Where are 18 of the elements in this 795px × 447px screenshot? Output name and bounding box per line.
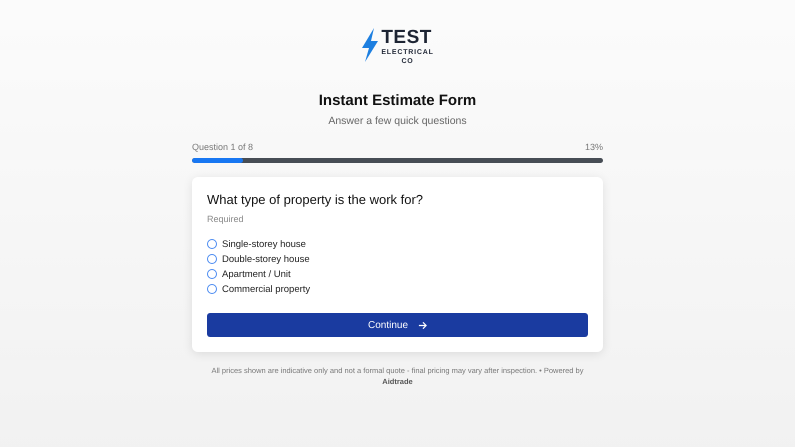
form-subtitle: Answer a few quick questions [328,115,467,127]
radio-button[interactable] [207,284,217,294]
continue-button[interactable]: Continue [207,313,588,337]
question-text: What type of property is the work for? [207,192,424,207]
logo-text: TEST [381,28,432,47]
option-label[interactable]: Commercial property [222,284,310,294]
radio-button[interactable] [207,254,217,264]
radio-button[interactable] [207,239,217,249]
arrow-right-icon [418,320,428,330]
option-label[interactable]: Apartment / Unit [222,268,291,280]
required-hint: Required [207,214,245,224]
question-counter: Question 1 of 8 [192,142,254,152]
option-label[interactable]: Single-storey house [222,238,306,250]
option-label[interactable]: Double-storey house [222,254,310,264]
progress-percent: 13% [584,142,603,152]
radio-button[interactable] [207,269,217,279]
form-title: Instant Estimate Form [318,92,476,109]
lightning-bolt-icon [361,28,380,62]
